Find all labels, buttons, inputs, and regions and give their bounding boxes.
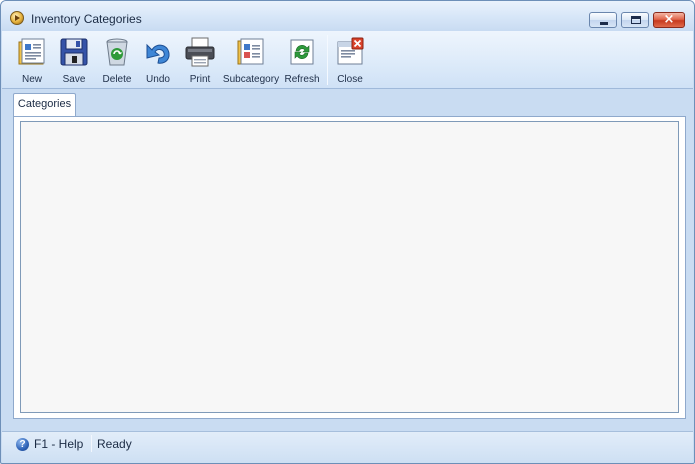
refresh-label: Refresh <box>284 74 320 85</box>
app-window: Inventory Categories × New Save Delete U… <box>0 0 695 464</box>
print-label: Print <box>189 74 211 85</box>
new-label: New <box>21 74 42 85</box>
close-form-icon <box>337 37 364 65</box>
print-button[interactable]: Print <box>179 34 221 88</box>
undo-button[interactable]: Undo <box>138 34 178 88</box>
close-form-button[interactable]: Close <box>330 34 370 88</box>
undo-label: Undo <box>146 74 170 85</box>
recycle-bin-icon <box>106 38 128 66</box>
subcategory-icon <box>237 38 264 65</box>
toolbar-separator <box>327 35 328 85</box>
status-bar: ? F1 - Help Ready <box>2 431 693 463</box>
maximize-button[interactable] <box>621 12 649 28</box>
subcategory-label: Subcategory <box>222 74 280 85</box>
refresh-button[interactable]: Refresh <box>281 34 323 88</box>
status-separator <box>91 435 92 452</box>
undo-arrow-icon <box>146 43 170 64</box>
delete-button[interactable]: Delete <box>96 34 138 88</box>
new-button[interactable]: New <box>12 34 52 88</box>
toolbar: New Save Delete Undo Print Subcategory R… <box>2 31 693 89</box>
help-icon[interactable]: ? <box>16 438 29 451</box>
close-icon: × <box>663 12 675 27</box>
help-shortcut-text[interactable]: F1 - Help <box>34 437 83 451</box>
save-button[interactable]: Save <box>54 34 94 88</box>
close-window-button[interactable]: × <box>653 12 685 28</box>
new-document-icon <box>18 38 45 65</box>
subcategory-button[interactable]: Subcategory <box>222 34 280 88</box>
tab-categories[interactable]: Categories <box>13 93 76 117</box>
minimize-button[interactable] <box>589 12 617 28</box>
printer-icon <box>185 37 215 67</box>
status-text: Ready <box>97 437 132 451</box>
categories-panel <box>13 116 686 419</box>
delete-label: Delete <box>102 74 132 85</box>
app-icon[interactable] <box>10 11 24 25</box>
save-label: Save <box>62 74 86 85</box>
title-bar[interactable]: Inventory Categories × <box>1 1 694 31</box>
maximize-icon <box>631 16 641 24</box>
floppy-disk-icon <box>60 38 88 66</box>
minimize-icon <box>600 22 608 25</box>
categories-content-area[interactable] <box>20 121 679 413</box>
refresh-icon <box>290 39 314 65</box>
close-label: Close <box>337 74 363 85</box>
window-title: Inventory Categories <box>31 12 142 26</box>
